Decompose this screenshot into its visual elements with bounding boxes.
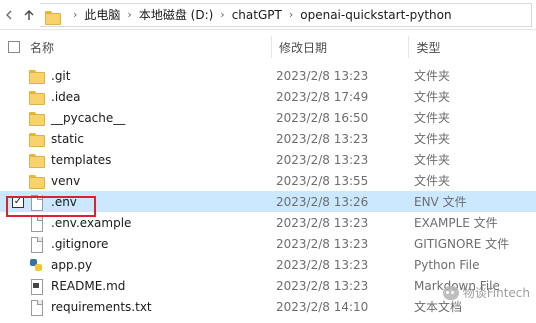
file-date: 2023/2/8 14:10 xyxy=(276,299,369,314)
file-name: .env.example xyxy=(51,215,132,230)
row-checkbox[interactable] xyxy=(12,70,24,82)
file-type: 文件夹 xyxy=(414,111,451,125)
file-name: README.md xyxy=(51,278,126,293)
column-header-name[interactable]: 名称 xyxy=(30,34,271,60)
file-icon xyxy=(28,194,44,211)
row-checkbox[interactable] xyxy=(12,238,24,250)
column-header-type[interactable]: 类型 xyxy=(416,34,536,60)
markdown-file-icon xyxy=(28,278,44,295)
column-divider[interactable] xyxy=(271,36,272,58)
folder-icon xyxy=(28,152,45,168)
row-checkbox[interactable] xyxy=(12,175,24,187)
file-name: venv xyxy=(51,173,81,188)
python-file-icon xyxy=(28,257,44,273)
address-bar: › 此电脑 › 本地磁盘 (D:) › chatGPT › openai-qui… xyxy=(0,0,536,30)
column-header-date[interactable]: 修改日期 xyxy=(279,34,408,60)
address-box[interactable]: › 此电脑 › 本地磁盘 (D:) › chatGPT › openai-qui… xyxy=(40,2,532,27)
chevron-right-icon[interactable]: › xyxy=(73,8,77,21)
file-name: .env xyxy=(51,194,77,209)
file-type: EXAMPLE 文件 xyxy=(414,216,498,230)
file-date: 2023/2/8 13:23 xyxy=(276,131,369,146)
file-name: templates xyxy=(51,152,112,167)
file-icon xyxy=(28,215,44,232)
list-item[interactable]: static 2023/2/8 13:23 文件夹 xyxy=(0,128,536,149)
breadcrumb-local-disk[interactable]: 本地磁盘 (D:) xyxy=(139,6,213,23)
file-date: 2023/2/8 13:26 xyxy=(276,194,369,209)
row-checkbox[interactable] xyxy=(12,112,24,124)
watermark: 物谈Fintech xyxy=(442,284,530,301)
breadcrumb-this-pc[interactable]: 此电脑 xyxy=(84,6,120,23)
folder-icon xyxy=(28,173,45,189)
row-checkbox-checked[interactable]: ✓ xyxy=(12,195,24,208)
row-checkbox[interactable] xyxy=(12,217,24,229)
file-date: 2023/2/8 13:23 xyxy=(276,152,369,167)
column-divider[interactable] xyxy=(408,36,410,58)
list-item[interactable]: __pycache__ 2023/2/8 16:50 文件夹 xyxy=(0,107,536,128)
folder-icon xyxy=(28,131,45,147)
row-checkbox[interactable] xyxy=(12,280,24,292)
file-name: __pycache__ xyxy=(51,110,126,125)
file-name: .gitignore xyxy=(51,236,109,251)
file-list: .git 2023/2/8 13:23 文件夹 .idea 2023/2/8 1… xyxy=(0,65,536,317)
row-checkbox[interactable] xyxy=(12,133,24,145)
file-date: 2023/2/8 13:23 xyxy=(276,278,369,293)
file-type: ENV 文件 xyxy=(414,195,467,209)
file-icon xyxy=(28,236,44,253)
file-date: 2023/2/8 17:49 xyxy=(276,89,369,104)
list-item[interactable]: .env.example 2023/2/8 13:23 EXAMPLE 文件 xyxy=(0,212,536,233)
file-type: Python File xyxy=(414,257,480,272)
file-date: 2023/2/8 13:55 xyxy=(276,173,369,188)
list-item[interactable]: venv 2023/2/8 13:55 文件夹 xyxy=(0,170,536,191)
select-all-checkbox[interactable] xyxy=(8,41,20,53)
up-arrow-icon[interactable] xyxy=(18,0,40,30)
chevron-right-icon[interactable]: › xyxy=(127,8,131,21)
file-type: GITIGNORE 文件 xyxy=(414,237,510,251)
file-date: 2023/2/8 16:50 xyxy=(276,110,369,125)
list-item[interactable]: .git 2023/2/8 13:23 文件夹 xyxy=(0,65,536,86)
row-checkbox[interactable] xyxy=(12,91,24,103)
file-date: 2023/2/8 13:23 xyxy=(276,68,369,83)
folder-icon xyxy=(44,9,61,25)
watermark-text: 物谈Fintech xyxy=(462,286,530,300)
list-item[interactable]: templates 2023/2/8 13:23 文件夹 xyxy=(0,149,536,170)
file-date: 2023/2/8 13:23 xyxy=(276,257,369,272)
folder-icon xyxy=(28,110,45,126)
breadcrumb-openai-quickstart-python[interactable]: openai-quickstart-python xyxy=(300,8,451,22)
file-date: 2023/2/8 13:23 xyxy=(276,236,369,251)
folder-icon xyxy=(28,68,45,84)
file-name: requirements.txt xyxy=(51,299,152,314)
column-header: 名称 修改日期 类型 xyxy=(0,34,536,60)
list-item[interactable]: .gitignore 2023/2/8 13:23 GITIGNORE 文件 xyxy=(0,233,536,254)
file-name: .git xyxy=(51,68,71,83)
list-item-selected[interactable]: ✓ .env 2023/2/8 13:26 ENV 文件 xyxy=(0,191,536,212)
file-type: 文件夹 xyxy=(414,69,451,83)
file-type: 文件夹 xyxy=(414,174,451,188)
file-type: 文件夹 xyxy=(414,132,451,146)
chevron-right-icon[interactable]: › xyxy=(220,8,224,21)
file-name: static xyxy=(51,131,84,146)
file-type: 文件夹 xyxy=(414,153,451,167)
chevron-right-icon[interactable]: › xyxy=(289,8,293,21)
back-arrow-icon[interactable] xyxy=(0,0,18,30)
breadcrumb-chatgpt[interactable]: chatGPT xyxy=(232,8,282,22)
list-item[interactable]: .idea 2023/2/8 17:49 文件夹 xyxy=(0,86,536,107)
folder-icon xyxy=(28,89,45,105)
file-name: app.py xyxy=(51,257,93,272)
row-checkbox[interactable] xyxy=(12,259,24,271)
file-date: 2023/2/8 13:23 xyxy=(276,215,369,230)
wechat-icon xyxy=(442,285,459,300)
list-item[interactable]: app.py 2023/2/8 13:23 Python File xyxy=(0,254,536,275)
file-type: 文件夹 xyxy=(414,90,451,104)
file-icon xyxy=(28,299,44,316)
row-checkbox[interactable] xyxy=(12,154,24,166)
file-name: .idea xyxy=(51,89,81,104)
row-checkbox[interactable] xyxy=(12,301,24,313)
